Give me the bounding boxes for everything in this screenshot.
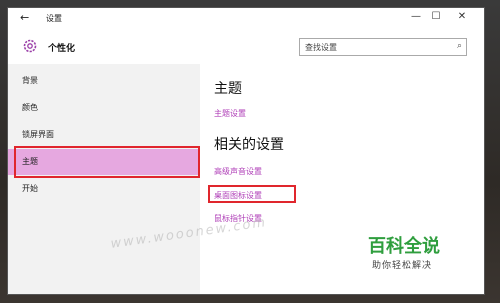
gear-icon xyxy=(23,39,37,53)
back-arrow-icon[interactable]: ← xyxy=(20,11,29,24)
sidebar-item-label: 开始 xyxy=(22,184,38,193)
sidebar-item-colors[interactable]: 颜色 xyxy=(8,95,200,121)
search-icon[interactable]: ⌕ xyxy=(457,41,462,51)
window-title: 设置 xyxy=(46,14,62,23)
search-input[interactable]: 查找设置 ⌕ xyxy=(299,38,467,56)
highlight-box xyxy=(208,185,296,203)
brand-tagline: 助你轻松解决 xyxy=(372,261,433,271)
main-content: 主题 主题设置 相关的设置 高级声音设置 桌面图标设置 鼠标指针设置 xyxy=(200,64,484,294)
maximize-button[interactable]: ☐ xyxy=(428,11,444,22)
highlight-box xyxy=(14,146,200,178)
close-button[interactable]: ✕ xyxy=(454,11,470,22)
sidebar-item-label: 背景 xyxy=(22,76,38,85)
search-placeholder: 查找设置 xyxy=(305,43,337,52)
sidebar-item-label: 锁屏界面 xyxy=(22,130,54,139)
title-bar: ← 设置 — ☐ ✕ xyxy=(8,8,484,30)
page-header: 个性化 查找设置 ⌕ xyxy=(8,30,484,64)
sidebar-item-label: 颜色 xyxy=(22,103,38,112)
section-heading-related: 相关的设置 xyxy=(214,137,284,153)
sidebar: 背景 颜色 锁屏界面 主题 开始 xyxy=(8,64,200,294)
section-heading-theme: 主题 xyxy=(214,81,242,97)
sidebar-item-lockscreen[interactable]: 锁屏界面 xyxy=(8,122,200,148)
sidebar-item-start[interactable]: 开始 xyxy=(8,176,200,202)
sidebar-item-background[interactable]: 背景 xyxy=(8,68,200,94)
sound-settings-link[interactable]: 高级声音设置 xyxy=(214,166,262,177)
page-title: 个性化 xyxy=(48,44,76,54)
brand-logo-text: 百科全说 xyxy=(368,236,440,257)
theme-settings-link[interactable]: 主题设置 xyxy=(214,108,246,119)
minimize-button[interactable]: — xyxy=(408,11,424,22)
